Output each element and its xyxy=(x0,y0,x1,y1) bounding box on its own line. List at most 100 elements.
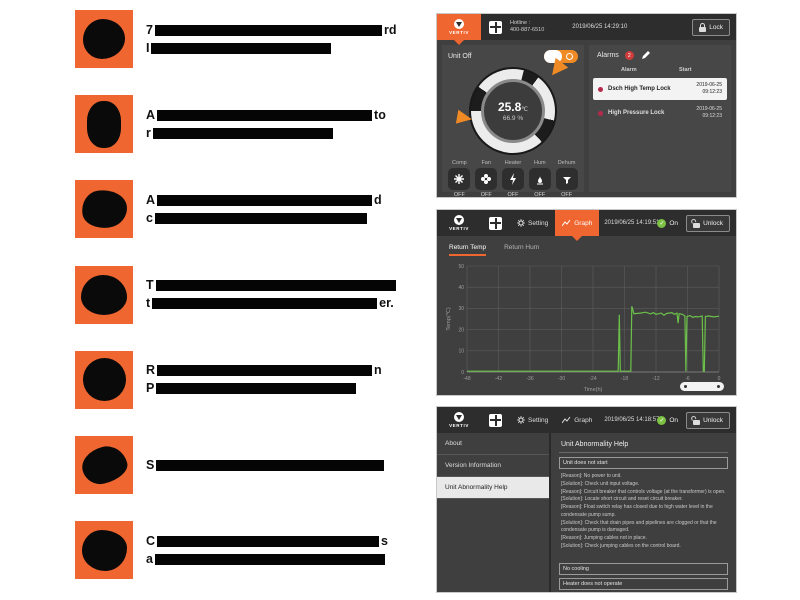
redaction-bar xyxy=(157,365,372,376)
vertiv-logo[interactable]: VERTIV xyxy=(437,210,481,236)
feature-item: RnP xyxy=(75,351,420,409)
feature-icon-square xyxy=(75,10,133,68)
dehumidifier-icon xyxy=(561,173,573,185)
datetime: 2019/06/25 14:29:10 xyxy=(572,24,627,30)
svg-text:-24: -24 xyxy=(589,376,596,382)
redaction-bar xyxy=(152,298,377,309)
graph-tab-return-hum[interactable]: Return Hum xyxy=(504,244,539,256)
component-label: Comp xyxy=(452,160,467,166)
redacted-text-line: c xyxy=(146,213,382,224)
component-tile[interactable] xyxy=(448,168,470,190)
tab-setting[interactable]: Setting xyxy=(510,407,555,433)
unit-status-card: Unit Off 25.8℃ 66.9 % CompOFFFanOFFHeate… xyxy=(442,45,584,192)
time-range-slider[interactable] xyxy=(680,382,724,391)
tab-graph[interactable]: Graph xyxy=(555,210,599,236)
redaction-bar xyxy=(157,110,372,121)
help-other-sections: No coolingHeater does not operateDisplay… xyxy=(559,563,728,593)
alarm-list: Dsch High Temp Lock2019-06-2509:12:23Hig… xyxy=(589,76,731,126)
gear-blob-icon xyxy=(82,530,127,571)
redacted-text-line: Ato xyxy=(146,110,386,121)
vertiv-logo-icon xyxy=(454,412,464,422)
screen2-header: VERTIV Setting Graph 2019/06/25 14:19:51… xyxy=(437,210,736,236)
chart-line-icon xyxy=(562,416,571,424)
edit-pencil-icon[interactable] xyxy=(640,50,651,61)
help-line: [Solution]: Check jumping cables on the … xyxy=(561,543,726,551)
svg-text:Temp(℃): Temp(℃) xyxy=(446,307,452,330)
sidebar-item-about[interactable]: About xyxy=(437,433,549,455)
temperature-gauge: 25.8℃ 66.9 % xyxy=(469,67,557,155)
svg-text:0: 0 xyxy=(461,370,464,376)
help-section-no-cooling[interactable]: No cooling xyxy=(559,563,728,575)
unit-state-label: Unit Off xyxy=(448,53,472,60)
vertiv-logo-icon xyxy=(454,19,464,29)
redaction-bar xyxy=(156,280,396,291)
component-status-row: CompOFFFanOFFHeaterOFFHumOFFDehumOFF xyxy=(442,155,584,197)
unlock-button[interactable]: Unlock xyxy=(686,215,730,232)
touchscreen-blob-icon xyxy=(87,101,121,148)
alarm-row[interactable]: Dsch High Temp Lock2019-06-2509:12:23 xyxy=(593,78,727,100)
alarm-severity-icon xyxy=(598,111,603,116)
brand-name: VERTIV xyxy=(449,226,469,231)
slider-handle-left[interactable] xyxy=(684,385,687,388)
feature-icon-square xyxy=(75,95,133,153)
help-section-unit-does-not-start[interactable]: Unit does not start xyxy=(559,457,728,469)
sidebar-item-version-information[interactable]: Version Information xyxy=(437,455,549,477)
menu-grid-icon[interactable] xyxy=(489,21,502,34)
svg-text:-48: -48 xyxy=(463,376,470,382)
hand-monitor-blob-icon xyxy=(79,187,129,231)
power-status-label: On xyxy=(669,220,678,227)
svg-text:50: 50 xyxy=(458,264,464,270)
vertiv-logo[interactable]: VERTIV xyxy=(437,14,481,40)
temp-unit: ℃ xyxy=(521,107,528,113)
help-line: [Solution]: Check that drain pipes and p… xyxy=(561,520,726,536)
unlock-button[interactable]: Unlock xyxy=(686,412,730,429)
tab-graph[interactable]: Graph xyxy=(555,407,599,433)
alarms-title: Alarms xyxy=(597,52,619,59)
component-tile[interactable] xyxy=(529,168,551,190)
start-col-header: Start xyxy=(679,67,721,73)
component-tile[interactable] xyxy=(556,168,578,190)
return-temp-chart: 01020304050-48-42-36-30-24-18-12-60Temp(… xyxy=(443,260,727,394)
lock-button[interactable]: Lock xyxy=(692,19,730,36)
component-label: Heater xyxy=(505,160,522,166)
graph-tab-return-temp[interactable]: Return Temp xyxy=(449,244,486,256)
redaction-bar xyxy=(153,128,333,139)
tab-graph-label: Graph xyxy=(574,417,592,424)
feature-item: Tter. xyxy=(75,266,420,324)
humidifier-icon xyxy=(534,173,546,185)
return-hum-value: 66.9 % xyxy=(503,115,523,122)
redacted-text-line: a xyxy=(146,554,388,565)
lock-label: Lock xyxy=(709,24,723,31)
feature-item: 7rdI xyxy=(75,10,420,68)
slider-handle-right[interactable] xyxy=(717,385,720,388)
menu-grid-icon[interactable] xyxy=(489,414,502,427)
setpoint-pointer-icon xyxy=(456,110,473,126)
help-text: [Reason]: No power to unit.[Solution]: C… xyxy=(559,473,728,551)
screen3-body: AboutVersion InformationUnit Abnormality… xyxy=(437,433,736,592)
network-blob-icon xyxy=(81,275,127,315)
redacted-text-line: P xyxy=(146,383,382,394)
component-status: DehumOFF xyxy=(556,160,578,197)
svg-text:30: 30 xyxy=(458,306,464,312)
vertiv-logo[interactable]: VERTIV xyxy=(437,407,481,433)
feature-icon-square xyxy=(75,521,133,579)
hotline-number: 400-887-6510 xyxy=(510,27,544,34)
component-tile[interactable] xyxy=(502,168,524,190)
screen-home-panel: VERTIV Hotline : 400-887-6510 2019/06/25… xyxy=(437,14,736,197)
unlock-label: Unlock xyxy=(703,220,723,227)
tab-setting[interactable]: Setting xyxy=(510,210,555,236)
feature-icon-square xyxy=(75,266,133,324)
help-section-heater-does-not-operate[interactable]: Heater does not operate xyxy=(559,578,728,590)
help-sidebar: AboutVersion InformationUnit Abnormality… xyxy=(437,433,551,592)
alarm-row[interactable]: High Pressure Lock2019-06-2509:12:23 xyxy=(593,102,727,124)
power-status-label: On xyxy=(669,417,678,424)
hotline-label: Hotline : xyxy=(510,20,544,27)
component-tile[interactable] xyxy=(475,168,497,190)
menu-grid-icon[interactable] xyxy=(489,217,502,230)
svg-text:40: 40 xyxy=(458,285,464,291)
feature-item: Ator xyxy=(75,95,420,153)
fan-icon xyxy=(480,173,492,185)
help-line: [Solution]: Check unit input voltage. xyxy=(561,481,726,489)
sidebar-item-unit-abnormality-help[interactable]: Unit Abnormality Help xyxy=(437,477,549,499)
component-state: OFF xyxy=(561,192,572,197)
